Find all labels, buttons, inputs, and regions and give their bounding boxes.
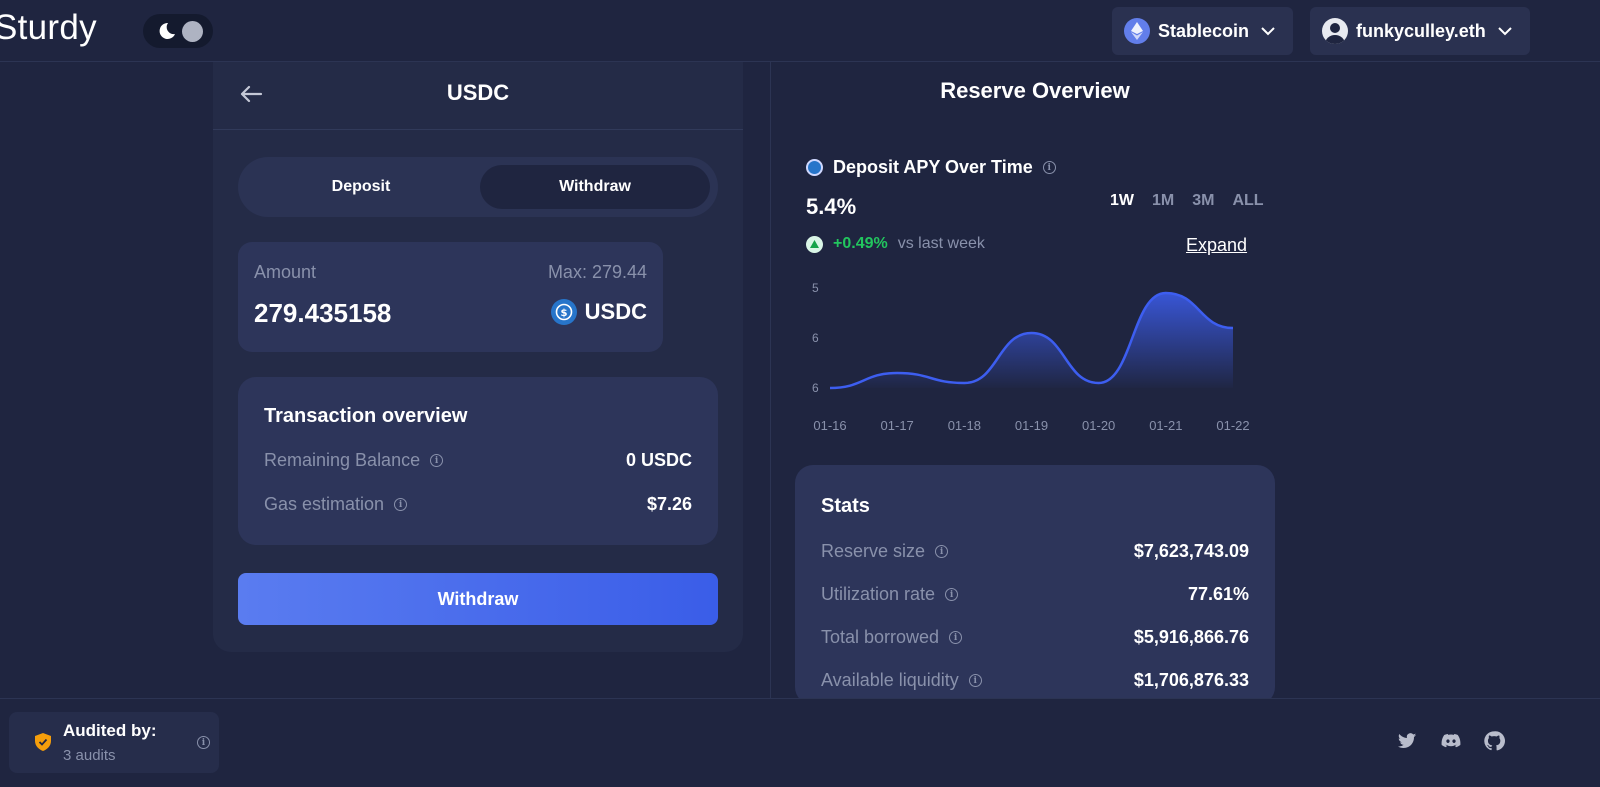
reserve-overview-title: Reserve Overview [940, 78, 1130, 103]
x-tick-label: 01-17 [881, 418, 914, 433]
tx-row-label: Remaining Balance [264, 450, 421, 470]
x-tick-label: 01-21 [1149, 418, 1182, 433]
stats-panel: Stats Reserve size i $7,623,743.09 Utiliz… [795, 465, 1275, 705]
account-label: funkyculley.eth [1356, 20, 1486, 41]
usdc-icon: $ [550, 299, 577, 325]
stat-label: Total borrowed [821, 627, 940, 647]
info-icon[interactable]: i [945, 588, 959, 601]
stat-label: Available liquidity [821, 670, 959, 690]
info-icon[interactable]: i [394, 498, 408, 511]
range-1m[interactable]: 1M [1152, 192, 1174, 210]
stat-row-total-borrowed: Total borrowed i $5,916,866.76 [821, 627, 1249, 648]
change-text: vs last week [897, 235, 985, 252]
network-label: Stablecoin [1158, 20, 1250, 41]
tx-overview-title: Transaction overview [264, 405, 468, 427]
ethereum-icon [1124, 18, 1150, 44]
top-header: Sturdy Stablecoin funkyculley.eth [0, 0, 1600, 62]
transaction-overview: Transaction overview Remaining Balance i … [238, 377, 718, 545]
range-1w[interactable]: 1W [1110, 192, 1134, 210]
range-selector: 1W 1M 3M ALL [1110, 192, 1264, 210]
tx-row-remaining-balance: Remaining Balance i 0 USDC [264, 450, 692, 471]
y-tick-label: 6 [812, 331, 819, 345]
info-icon[interactable]: i [935, 545, 949, 558]
apy-chart: 5 6 6 01-16 01-17 01-18 01-19 01-20 01-21 01-22 [812, 281, 1250, 433]
twitter-icon[interactable] [1396, 730, 1418, 752]
x-tick-label: 01-20 [1082, 418, 1115, 433]
x-tick-label: 01-16 [813, 418, 846, 433]
info-icon[interactable]: i [197, 736, 210, 749]
amount-input-box[interactable]: Amount Max: 279.44 279.435158 $ USDC [238, 242, 663, 352]
change-value: +0.49% [833, 235, 888, 252]
y-tick-label: 5 [812, 281, 819, 295]
y-tick-label: 6 [812, 381, 819, 395]
tx-row-value: 0 USDC [625, 450, 692, 470]
withdraw-button[interactable]: Withdraw [238, 573, 718, 625]
amount-label: Amount [254, 262, 317, 282]
stat-row-available-liquidity: Available liquidity i $1,706,876.33 [821, 670, 1249, 691]
chart-header: Deposit APY Over Time i [806, 157, 1056, 178]
asset-title: USDC [446, 80, 510, 105]
range-3m[interactable]: 3M [1192, 192, 1214, 210]
x-tick-label: 01-22 [1216, 418, 1249, 433]
tab-deposit[interactable]: Deposit [246, 165, 476, 209]
stat-row-utilization-rate: Utilization rate i 77.61% [821, 584, 1249, 605]
range-all[interactable]: ALL [1232, 192, 1263, 210]
stat-value: $1,706,876.33 [1133, 670, 1249, 690]
avatar [1322, 18, 1348, 44]
tx-row-gas-estimation: Gas estimation i $7.26 [264, 494, 692, 515]
expand-link[interactable]: Expand [1186, 235, 1247, 256]
amount-input[interactable]: 279.435158 [254, 298, 391, 329]
action-tabs: Deposit Withdraw [238, 157, 718, 217]
moon-icon [159, 22, 175, 39]
chart-title: Deposit APY Over Time [833, 157, 1033, 177]
apy-value: 5.4% [806, 194, 857, 219]
x-tick-label: 01-19 [1015, 418, 1048, 433]
footer: Audited by: 3 audits i [0, 698, 1600, 787]
info-icon[interactable]: i [1042, 161, 1056, 174]
tx-row-label: Gas estimation [264, 494, 385, 514]
tab-withdraw[interactable]: Withdraw [480, 165, 710, 209]
amount-asset: $ USDC [550, 299, 647, 325]
x-tick-label: 01-18 [948, 418, 981, 433]
audit-title: Audited by: [63, 721, 157, 740]
stats-title: Stats [821, 495, 870, 517]
info-icon[interactable]: i [430, 454, 444, 467]
stat-value: $7,623,743.09 [1133, 541, 1249, 561]
apy-change: +0.49% vs last week [806, 235, 985, 253]
stat-row-reserve-size: Reserve size i $7,623,743.09 [821, 541, 1249, 562]
network-selector[interactable]: Stablecoin [1112, 7, 1293, 55]
stat-label: Reserve size [821, 541, 926, 561]
toggle-knob [182, 21, 203, 42]
account-selector[interactable]: funkyculley.eth [1310, 7, 1530, 55]
divider [770, 62, 771, 698]
withdraw-card: USDC Deposit Withdraw Amount Max: 279.44… [213, 62, 743, 652]
info-icon[interactable]: i [949, 631, 963, 644]
card-header: USDC [213, 62, 743, 130]
github-icon[interactable] [1483, 730, 1505, 752]
stat-label: Utilization rate [821, 584, 936, 604]
logo[interactable]: Sturdy [0, 8, 97, 48]
audit-count: 3 audits [63, 747, 116, 764]
info-icon[interactable]: i [968, 674, 982, 687]
chevron-down-icon [1261, 26, 1275, 35]
audit-badge[interactable]: Audited by: 3 audits i [9, 712, 219, 773]
theme-toggle[interactable] [143, 14, 213, 48]
arrow-up-icon [806, 235, 823, 253]
max-button[interactable]: Max: 279.44 [548, 262, 647, 283]
chevron-down-icon [1497, 26, 1512, 35]
amount-asset-symbol: USDC [584, 299, 647, 324]
usdc-icon [806, 159, 823, 176]
stat-value: $5,916,866.76 [1133, 627, 1249, 647]
stat-value: 77.61% [1187, 584, 1249, 604]
tx-row-value: $7.26 [646, 494, 692, 514]
shield-icon [35, 733, 51, 751]
svg-text:$: $ [560, 308, 567, 319]
discord-icon[interactable] [1440, 730, 1462, 752]
